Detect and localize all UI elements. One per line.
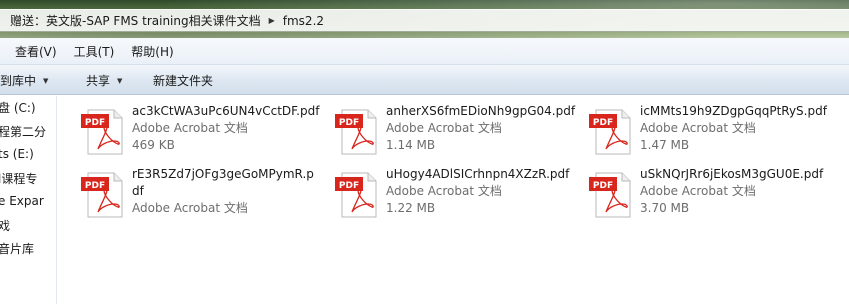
address-bar-background: 赠送：英文版-SAP FMS training相关课件文档 ▶ fms2.2 [0,0,849,38]
file-type: Adobe Acrobat 文档 [640,184,756,198]
new-folder-button[interactable]: 新建文件夹 [153,72,213,89]
pdf-badge-text: PDF [593,181,613,191]
file-name: icMMts19h9ZDgpGqqPtRyS.pdf [640,104,827,118]
file-type: Adobe Acrobat 文档 [640,121,756,135]
breadcrumb-parent[interactable]: 赠送：英文版-SAP FMS training相关课件文档 [10,12,261,29]
file-name: rE3R5Zd7jOFg3geGoMPymR.pdf [132,167,314,198]
nav-item-folder-2[interactable]: 程第二分 [0,123,46,140]
pdf-file-icon: PDF [589,172,631,218]
file-type: Adobe Acrobat 文档 [132,201,248,215]
pdf-badge-text: PDF [85,118,105,128]
pdf-file-icon: PDF [81,109,123,155]
file-tile[interactable]: PDF rE3R5Zd7jOFg3geGoMPymR.pdf Adobe Acr… [80,166,330,222]
command-bar: 录到库中 ▼ 共享 ▼ 新建文件夹 [0,65,849,95]
share-label: 共享 [86,74,111,88]
file-type: Adobe Acrobat 文档 [386,184,502,198]
file-name: ac3kCtWA3uPc6UN4vCctDF.pdf [132,104,320,118]
file-size: 1.47 MB [640,138,690,152]
menu-tools[interactable]: 工具(T) [74,43,115,60]
file-tile[interactable]: PDF uHogy4ADlSICrhnpn4XZzR.pdf Adobe Acr… [334,166,584,222]
file-tile[interactable]: PDF anherXS6fmEDioNh9gpG04.pdf Adobe Acr… [334,103,584,159]
file-type: Adobe Acrobat 文档 [132,121,248,135]
pdf-file-icon: PDF [335,109,377,155]
address-bar[interactable]: 赠送：英文版-SAP FMS training相关课件文档 ▶ fms2.2 [0,9,849,32]
pdf-badge-text: PDF [339,181,359,191]
file-size: 1.14 MB [386,138,436,152]
file-tile[interactable]: PDF uSkNQrJRr6jEkosM3gGU0E.pdf Adobe Acr… [588,166,838,222]
pdf-badge-text: PDF [339,118,359,128]
pdf-file-icon: PDF [335,172,377,218]
pdf-file-icon: PDF [589,109,631,155]
file-name: uHogy4ADlSICrhnpn4XZzR.pdf [386,167,570,181]
include-in-library-button[interactable]: 录到库中 ▼ [0,72,48,89]
nav-item-drive-c[interactable]: 盘 (C:) [0,99,36,116]
file-type: Adobe Acrobat 文档 [386,121,502,135]
menu-view[interactable]: 查看(V) [15,43,57,60]
file-size: 3.70 MB [640,201,690,215]
pdf-badge-text: PDF [85,181,105,191]
file-details: icMMts19h9ZDgpGqqPtRyS.pdf Adobe Acrobat… [640,103,836,154]
pdf-file-icon: PDF [81,172,123,218]
menu-bar: 查看(V) 工具(T) 帮助(H) [0,38,849,65]
share-button[interactable]: 共享 ▼ [86,72,122,89]
file-size: 1.22 MB [386,201,436,215]
file-details: uSkNQrJRr6jEkosM3gGU0E.pdf Adobe Acrobat… [640,166,836,217]
nav-item-drive-e[interactable]: ts (E:) [0,147,34,161]
file-list: PDF ac3kCtWA3uPc6UN4vCctDF.pdf Adobe Acr… [58,96,849,304]
pdf-badge-text: PDF [593,118,613,128]
chevron-down-icon: ▼ [117,76,123,85]
menu-help[interactable]: 帮助(H) [131,43,173,60]
nav-item-picture-library[interactable]: 音片库 [0,240,34,257]
file-details: anherXS6fmEDioNh9gpG04.pdf Adobe Acrobat… [386,103,582,154]
file-name: uSkNQrJRr6jEkosM3gGU0E.pdf [640,167,824,181]
include-in-library-label: 录到库中 [0,74,37,88]
chevron-down-icon: ▼ [43,76,49,85]
file-details: ac3kCtWA3uPc6UN4vCctDF.pdf Adobe Acrobat… [132,103,328,154]
file-details: rE3R5Zd7jOFg3geGoMPymR.pdf Adobe Acrobat… [132,166,320,217]
nav-item-expansion-drive[interactable]: e Expar [0,194,44,208]
breadcrumb-separator-icon[interactable]: ▶ [269,16,275,25]
file-tile[interactable]: PDF icMMts19h9ZDgpGqqPtRyS.pdf Adobe Acr… [588,103,838,159]
nav-item-games[interactable]: 戏 [0,217,10,234]
file-size: 469 KB [132,138,175,152]
breadcrumb-current[interactable]: fms2.2 [283,14,324,28]
navigation-pane[interactable]: 盘 (C:) 程第二分 ts (E:) l课程专 e Expar 戏 音片库 [0,96,57,304]
file-name: anherXS6fmEDioNh9gpG04.pdf [386,104,576,118]
nav-item-course-folder[interactable]: l课程专 [0,170,37,187]
new-folder-label: 新建文件夹 [153,74,214,88]
file-tile[interactable]: PDF ac3kCtWA3uPc6UN4vCctDF.pdf Adobe Acr… [80,103,330,159]
file-details: uHogy4ADlSICrhnpn4XZzR.pdf Adobe Acrobat… [386,166,582,217]
